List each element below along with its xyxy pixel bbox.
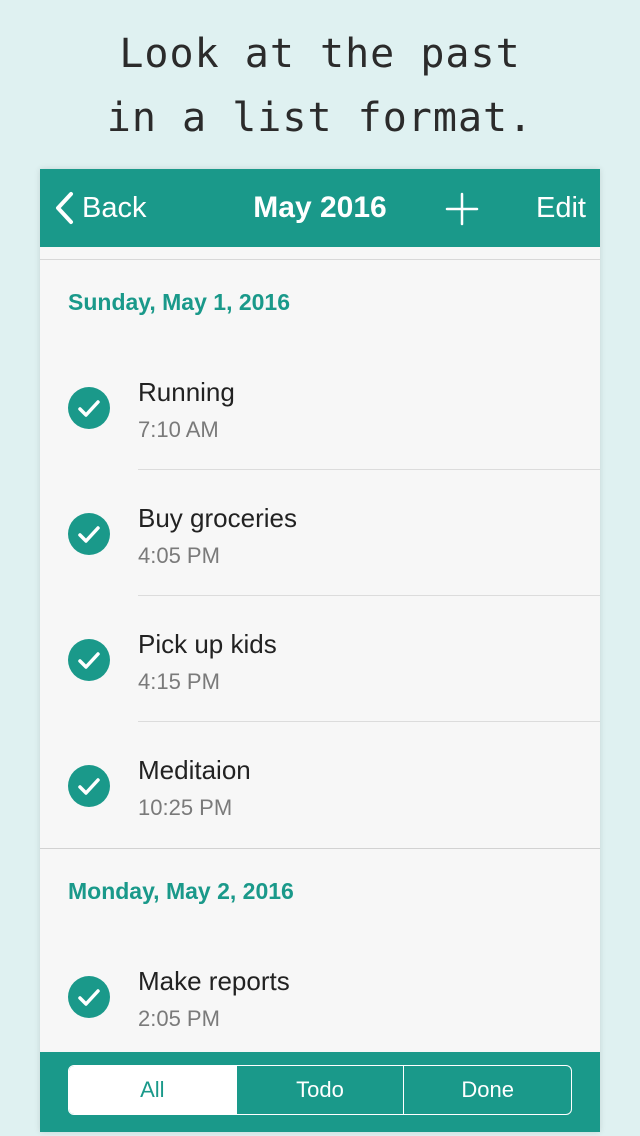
navigation-bar: Back May 2016 Edit	[40, 169, 600, 247]
chevron-left-icon	[56, 192, 73, 224]
edit-button[interactable]: Edit	[536, 169, 586, 247]
task-time: 10:25 PM	[138, 795, 233, 820]
filter-all-button[interactable]: All	[69, 1066, 236, 1114]
task-row[interactable]: Meditaion 10:25 PM	[40, 722, 600, 848]
task-title: Buy groceries	[138, 503, 297, 533]
checkmark-icon[interactable]	[68, 513, 110, 555]
add-button[interactable]	[444, 191, 480, 227]
filter-segmented-control: All Todo Done	[68, 1065, 572, 1115]
section-header: Sunday, May 1, 2016	[68, 288, 291, 315]
task-list[interactable]: Sunday, May 1, 2016 Running 7:10 AM Buy gro…	[40, 247, 600, 1052]
task-time: 4:15 PM	[138, 669, 220, 694]
plus-icon	[445, 192, 479, 226]
task-title: Meditaion	[138, 755, 251, 785]
checkmark-icon[interactable]	[68, 639, 110, 681]
app-screen: Back May 2016 Edit Sunday, May 1, 2016 Ru…	[40, 169, 600, 1132]
task-title: Make reports	[138, 966, 290, 996]
task-row[interactable]: Buy groceries 4:05 PM	[40, 470, 600, 596]
task-title: Running	[138, 377, 235, 407]
filter-done-button[interactable]: Done	[403, 1066, 571, 1114]
filter-bar: All Todo Done	[40, 1052, 600, 1132]
task-title: Pick up kids	[138, 629, 277, 659]
task-time: 2:05 PM	[138, 1006, 220, 1031]
task-row[interactable]: Pick up kids 4:15 PM	[40, 596, 600, 722]
checkmark-icon[interactable]	[68, 976, 110, 1018]
promo-caption: Look at the past in a list format.	[0, 22, 640, 150]
task-time: 7:10 AM	[138, 417, 219, 442]
task-time: 4:05 PM	[138, 543, 220, 568]
task-row[interactable]: Make reports 2:05 PM	[40, 933, 600, 1052]
checkmark-icon[interactable]	[68, 387, 110, 429]
section-header: Monday, May 2, 2016	[68, 877, 294, 904]
filter-todo-button[interactable]: Todo	[235, 1066, 404, 1114]
list-top-divider	[40, 247, 600, 260]
promo-line-1: Look at the past	[119, 31, 521, 77]
back-button[interactable]: Back	[54, 169, 146, 247]
page-title: May 2016	[253, 191, 387, 224]
checkmark-icon[interactable]	[68, 765, 110, 807]
task-row[interactable]: Running 7:10 AM	[40, 344, 600, 470]
promo-line-2: in a list format.	[106, 95, 534, 141]
back-label: Back	[82, 191, 147, 224]
